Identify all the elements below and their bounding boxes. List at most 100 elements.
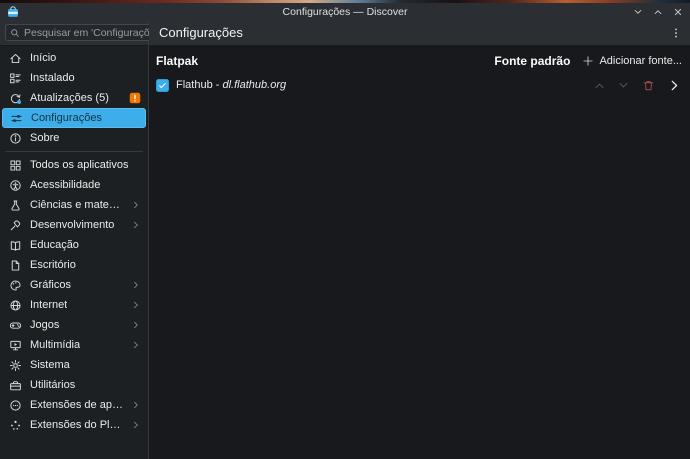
- chevron-right-icon: [131, 300, 141, 310]
- default-source-label: Fonte padrão: [494, 54, 570, 68]
- move-source-up-button[interactable]: [594, 80, 605, 91]
- sidebar-item-label: Extensões do Plasma: [30, 419, 123, 431]
- updates-icon: [9, 92, 22, 105]
- sidebar-item-label: Sobre: [30, 132, 59, 144]
- sidebar-separator: [5, 151, 143, 152]
- settings-content: Flatpak Fonte padrão Adicionar fonte...: [149, 46, 690, 459]
- chevron-right-icon: [131, 420, 141, 430]
- sidebar-item-multimidia[interactable]: Multimídia: [2, 335, 146, 355]
- sidebar: Início Instalado Atualizações (5) Config…: [0, 20, 149, 459]
- sidebar-item-label: Instalado: [30, 72, 75, 84]
- source-url: dl.flathub.org: [223, 79, 287, 91]
- source-name: Flathub: [176, 79, 213, 91]
- window-title: Configurações — Discover: [283, 6, 408, 18]
- document-icon: [9, 259, 22, 272]
- sidebar-item-acessibilidade[interactable]: Acessibilidade: [2, 175, 146, 195]
- sidebar-item-inicio[interactable]: Início: [2, 48, 146, 68]
- search-input[interactable]: [24, 27, 159, 39]
- gamepad-icon: [9, 319, 22, 332]
- multimedia-icon: [9, 339, 22, 352]
- chevron-right-icon: [131, 400, 141, 410]
- sidebar-item-escritorio[interactable]: Escritório: [2, 255, 146, 275]
- gear-icon: [9, 359, 22, 372]
- maximize-button[interactable]: [653, 7, 663, 17]
- all-apps-icon: [9, 159, 22, 172]
- chevron-right-icon: [131, 320, 141, 330]
- sidebar-item-internet[interactable]: Internet: [2, 295, 146, 315]
- hammer-icon: [9, 219, 22, 232]
- search-box[interactable]: [5, 24, 164, 41]
- search-icon: [10, 28, 20, 38]
- page-title: Configurações: [159, 25, 243, 40]
- sidebar-item-label: Atualizações (5): [30, 92, 109, 104]
- update-alert-badge: [129, 92, 141, 104]
- chevron-right-icon: [131, 340, 141, 350]
- section-title: Flatpak: [156, 54, 198, 68]
- sidebar-item-label: Internet: [30, 299, 67, 311]
- sidebar-item-label: Multimídia: [30, 339, 80, 351]
- discover-app-icon: [7, 6, 19, 18]
- close-button[interactable]: [673, 7, 683, 17]
- chevron-right-icon: [131, 220, 141, 230]
- trash-icon: [642, 79, 655, 92]
- titlebar[interactable]: Configurações — Discover: [0, 3, 690, 20]
- toolbox-icon: [9, 379, 22, 392]
- sidebar-item-sistema[interactable]: Sistema: [2, 355, 146, 375]
- chevron-up-icon: [594, 80, 605, 91]
- info-icon: [9, 132, 22, 145]
- sidebar-item-label: Início: [30, 52, 56, 64]
- sidebar-item-jogos[interactable]: Jogos: [2, 315, 146, 335]
- add-source-label: Adicionar fonte...: [599, 55, 682, 67]
- sidebar-item-ciencias-e-matematica[interactable]: Ciências e matemática: [2, 195, 146, 215]
- sidebar-item-graficos[interactable]: Gráficos: [2, 275, 146, 295]
- open-source-button[interactable]: [668, 79, 681, 92]
- check-icon: [158, 81, 167, 90]
- plasma-icon: [9, 419, 22, 432]
- sidebar-item-sobre[interactable]: Sobre: [2, 128, 146, 148]
- minimize-button[interactable]: [633, 7, 643, 17]
- sidebar-item-desenvolvimento[interactable]: Desenvolvimento: [2, 215, 146, 235]
- plus-icon: [582, 55, 594, 67]
- move-source-down-button[interactable]: [618, 80, 629, 91]
- sidebar-item-extensoes-do-plasma[interactable]: Extensões do Plasma: [2, 415, 146, 435]
- main-area: Configurações Flatpak Fonte padrão Adici…: [149, 20, 690, 459]
- source-row-flathub[interactable]: Flathub - dl.flathub.org: [156, 75, 682, 95]
- discover-window: Configurações — Discover Início: [0, 3, 690, 459]
- sidebar-item-label: Desenvolvimento: [30, 219, 114, 231]
- sidebar-item-educacao[interactable]: Educação: [2, 235, 146, 255]
- chevron-right-icon: [668, 79, 681, 92]
- maximize-icon: [653, 7, 663, 17]
- sidebar-item-extensoes-de-aplicativos[interactable]: Extensões de aplicativos: [2, 395, 146, 415]
- sidebar-item-label: Todos os aplicativos: [30, 159, 128, 171]
- accessibility-icon: [9, 179, 22, 192]
- globe-icon: [9, 299, 22, 312]
- source-enabled-checkbox[interactable]: [156, 79, 169, 92]
- sidebar-item-utilitarios[interactable]: Utilitários: [2, 375, 146, 395]
- plug-icon: [9, 399, 22, 412]
- chevron-right-icon: [131, 280, 141, 290]
- home-icon: [9, 52, 22, 65]
- sidebar-item-label: Jogos: [30, 319, 59, 331]
- sidebar-item-atualizacoes[interactable]: Atualizações (5): [2, 88, 146, 108]
- sidebar-item-label: Extensões de aplicativos: [30, 399, 123, 411]
- chevron-down-icon: [618, 80, 629, 91]
- sidebar-item-instalado[interactable]: Instalado: [2, 68, 146, 88]
- sidebar-items: Início Instalado Atualizações (5) Config…: [0, 46, 148, 459]
- sidebar-item-label: Configurações: [31, 112, 102, 124]
- installed-icon: [9, 72, 22, 85]
- sidebar-item-label: Gráficos: [30, 279, 71, 291]
- sidebar-item-configuracoes[interactable]: Configurações: [2, 108, 146, 128]
- sliders-icon: [10, 112, 23, 125]
- palette-icon: [9, 279, 22, 292]
- overflow-menu-icon: [670, 27, 682, 39]
- sidebar-item-label: Utilitários: [30, 379, 75, 391]
- sidebar-item-label: Acessibilidade: [30, 179, 100, 191]
- delete-source-button[interactable]: [642, 79, 655, 92]
- sidebar-item-label: Sistema: [30, 359, 70, 371]
- add-source-button[interactable]: Adicionar fonte...: [582, 55, 682, 67]
- page-header: Configurações: [149, 20, 690, 46]
- flatpak-section-header: Flatpak Fonte padrão Adicionar fonte...: [156, 52, 682, 70]
- source-name-url-separator: -: [216, 79, 220, 91]
- overflow-menu-button[interactable]: [670, 27, 682, 39]
- sidebar-item-todos-os-aplicativos[interactable]: Todos os aplicativos: [2, 155, 146, 175]
